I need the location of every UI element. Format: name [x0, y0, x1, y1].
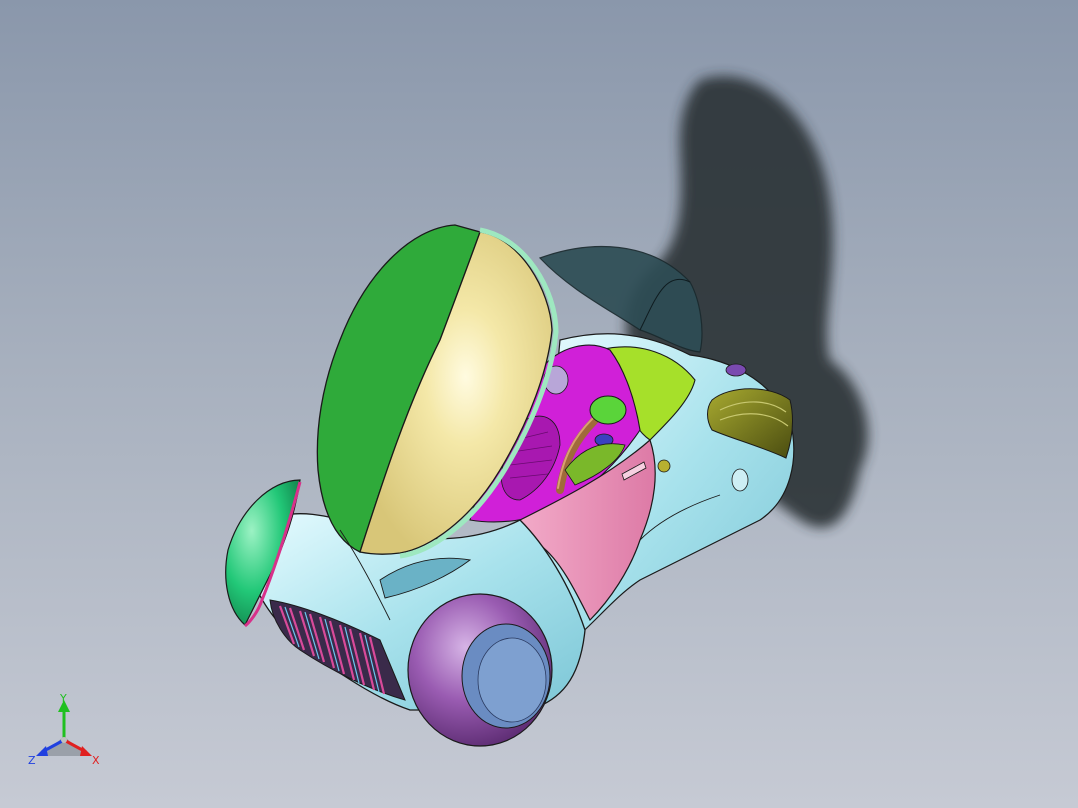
triad-z-label: Z — [28, 754, 36, 767]
3d-viewport[interactable]: Y X Z — [0, 0, 1078, 808]
triad-origin — [61, 737, 67, 743]
front-wheel-hub-inner — [477, 637, 547, 723]
triad-x-arrow — [80, 746, 92, 756]
orientation-triad: Y X Z — [28, 692, 100, 767]
triad-y-label: Y — [59, 692, 67, 705]
triad-x-label: X — [92, 754, 100, 767]
rear-light-ring — [731, 468, 749, 492]
car-model-scene[interactable] — [0, 0, 1078, 808]
fuel-cap — [657, 459, 671, 473]
triad-z-arrow — [36, 746, 48, 756]
rear-light-cap — [725, 363, 747, 377]
dash-pod-green — [589, 395, 627, 425]
